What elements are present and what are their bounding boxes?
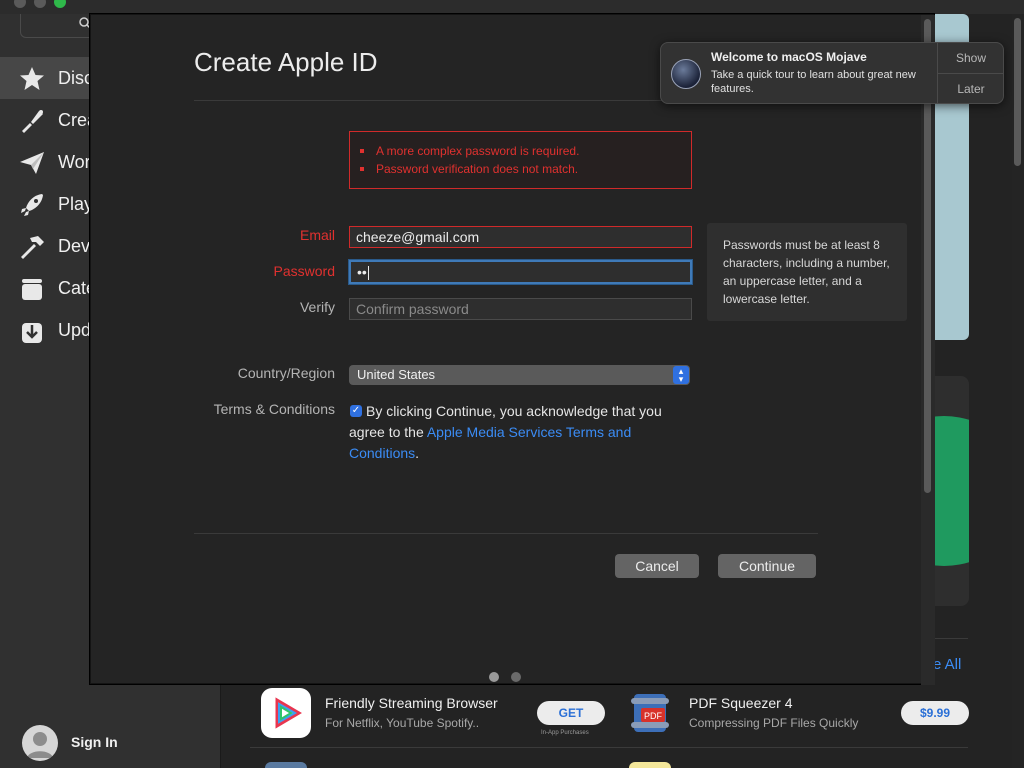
- sidebar-item-discover[interactable]: Discover: [0, 57, 128, 99]
- svg-text:PDF: PDF: [644, 711, 663, 721]
- error-message-box: A more complex password is required. Pas…: [349, 131, 692, 189]
- password-label: Password: [273, 263, 335, 279]
- price-button[interactable]: $9.99: [901, 701, 969, 725]
- search-icon: [79, 17, 91, 29]
- app-name: PDF Squeezer 4: [689, 695, 793, 711]
- app-icon-peek: [629, 762, 671, 768]
- divider: [194, 533, 818, 534]
- divider: [250, 747, 968, 748]
- pdf-squeezer-icon: PDF: [625, 688, 675, 738]
- chevron-updown-icon: ▴ ▾: [673, 366, 689, 384]
- app-name: Friendly Streaming Browser: [325, 695, 498, 711]
- window-scrollbar[interactable]: [1012, 14, 1024, 768]
- see-all-link[interactable]: e All: [933, 656, 961, 673]
- notification-title: Welcome to macOS Mojave: [711, 50, 867, 64]
- page-indicator-dot[interactable]: [511, 672, 521, 682]
- window-titlebar: [0, 0, 1024, 14]
- zoom-window-button[interactable]: [54, 0, 66, 8]
- terms-text: By clicking Continue, you acknowledge th…: [349, 401, 694, 464]
- brush-icon: [22, 110, 43, 133]
- sidebar-item-categories[interactable]: Categories: [0, 267, 145, 309]
- sidebar-item-work[interactable]: Work: [0, 141, 100, 183]
- sidebar-item-develop[interactable]: Develop: [0, 225, 124, 267]
- cancel-button[interactable]: Cancel: [615, 554, 699, 578]
- play-app-icon: [261, 688, 311, 738]
- app-list-item[interactable]: PDF PDF Squeezer 4 Compressing PDF Files…: [625, 688, 970, 738]
- sidebar-item-label: Play: [58, 194, 94, 214]
- notification-banner[interactable]: Welcome to macOS Mojave Take a quick tou…: [660, 42, 1004, 104]
- categories-icon: [22, 279, 42, 300]
- create-apple-id-sheet: Create Apple ID A more complex password …: [90, 14, 935, 685]
- mojave-icon: [671, 59, 701, 89]
- minimize-window-button[interactable]: [34, 0, 46, 8]
- terms-label: Terms & Conditions: [213, 401, 335, 417]
- sidebar-item-updates[interactable]: Updates: [0, 309, 125, 351]
- close-window-button[interactable]: [14, 0, 26, 8]
- error-message: A more complex password is required.: [359, 144, 580, 158]
- country-select[interactable]: United States ▴ ▾: [349, 365, 690, 385]
- error-message: Password verification does not match.: [359, 162, 579, 176]
- notification-later-button[interactable]: Later: [938, 74, 1004, 104]
- app-subtitle: For Netflix, YouTube Spotify..: [325, 716, 480, 730]
- email-field[interactable]: [349, 226, 692, 248]
- email-label: Email: [299, 227, 335, 243]
- paper-plane-icon: [20, 152, 44, 174]
- page-title: Create Apple ID: [194, 47, 378, 77]
- notification-body: Take a quick tour to learn about great n…: [711, 69, 916, 95]
- password-value: ••: [357, 264, 367, 280]
- verify-label: Verify: [299, 299, 335, 315]
- avatar-icon: [22, 725, 58, 761]
- terms-text-after: .: [415, 445, 420, 461]
- sidebar-item-create[interactable]: Create: [0, 99, 112, 141]
- notification-show-button[interactable]: Show: [938, 43, 1004, 73]
- app-subtitle: Compressing PDF Files Quickly: [689, 716, 859, 730]
- verify-password-field[interactable]: [349, 298, 692, 320]
- updates-icon: [22, 323, 42, 343]
- star-icon: [20, 67, 44, 90]
- sidebar-item-play[interactable]: Play: [0, 183, 94, 225]
- country-label: Country/Region: [237, 365, 335, 381]
- sheet-scrollbar[interactable]: [921, 15, 935, 685]
- password-field[interactable]: ••: [349, 260, 692, 284]
- sign-in-label: Sign In: [71, 734, 118, 750]
- search-field[interactable]: [20, 14, 100, 38]
- rocket-icon: [21, 194, 43, 216]
- get-button[interactable]: GET: [537, 701, 605, 725]
- password-hint: Passwords must be at least 8 characters,…: [707, 223, 907, 321]
- app-list-item[interactable]: Friendly Streaming Browser For Netflix, …: [261, 688, 606, 738]
- app-icon-peek: [265, 762, 307, 768]
- country-value: United States: [357, 367, 436, 382]
- page-indicator-dot[interactable]: [489, 672, 499, 682]
- hammer-icon: [21, 236, 44, 259]
- in-app-purchases-note: In-App Purchases: [541, 730, 589, 736]
- continue-button[interactable]: Continue: [718, 554, 816, 578]
